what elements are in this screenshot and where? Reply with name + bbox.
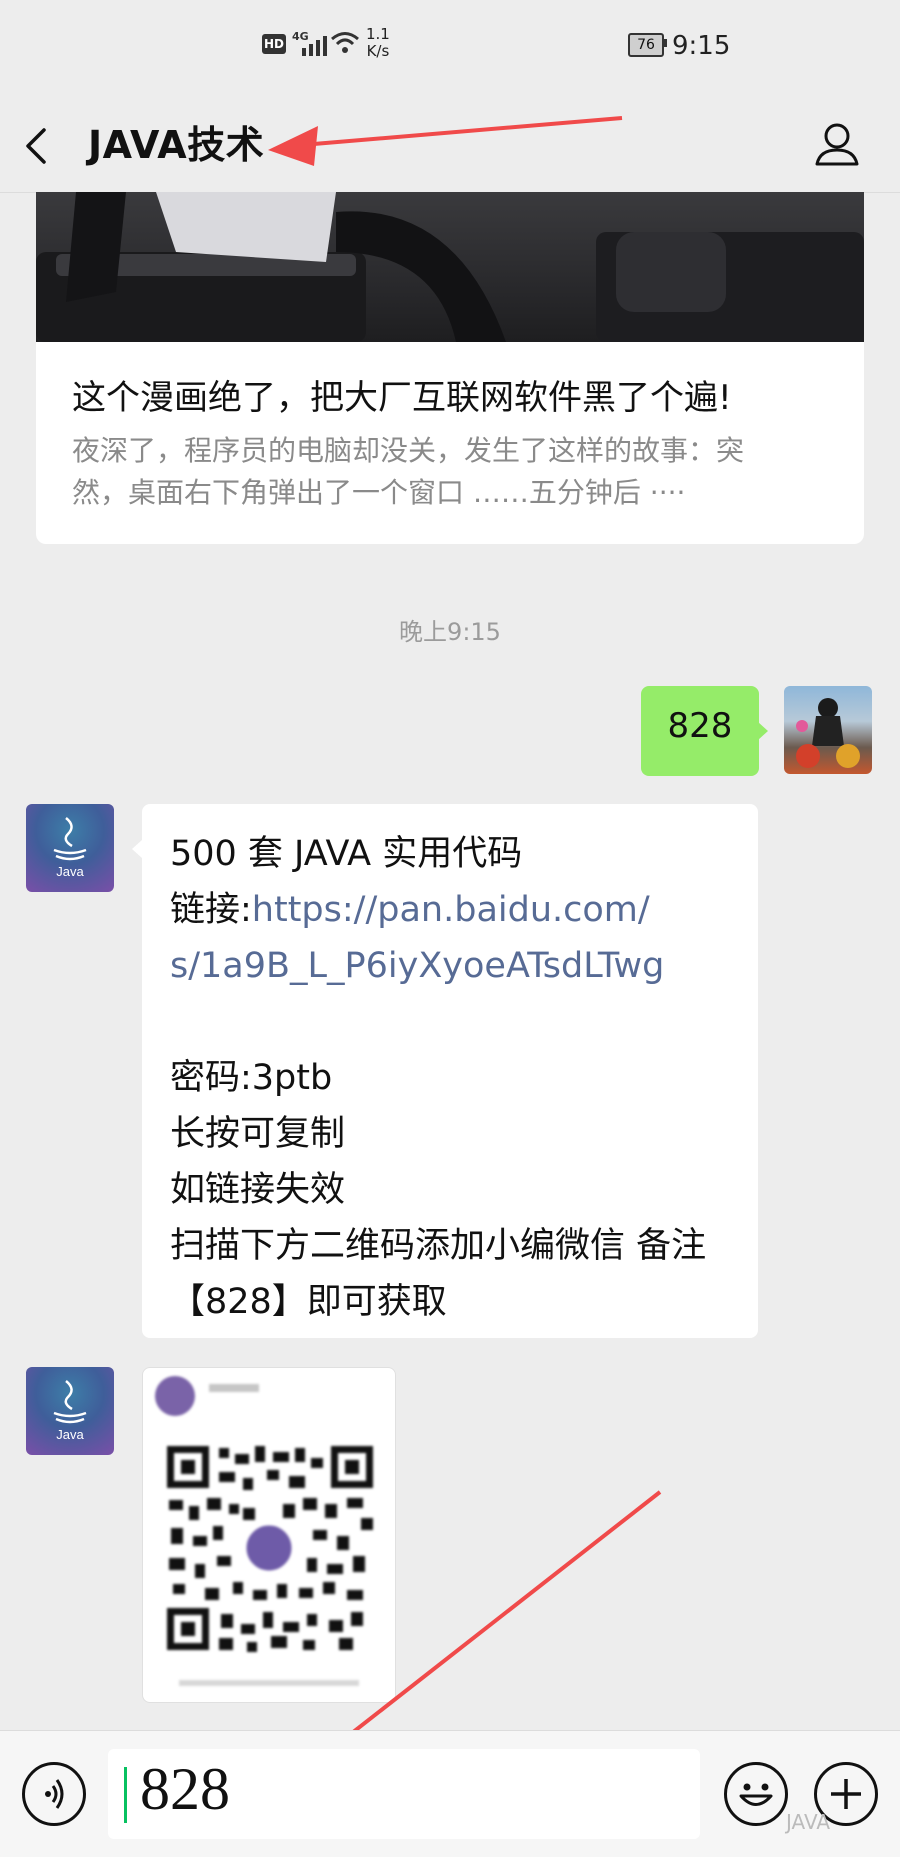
article-card[interactable]: 这个漫画绝了，把大厂互联网软件黑了个遍! 夜深了，程序员的电脑却没关，发生了这样… bbox=[36, 192, 864, 544]
message-input[interactable]: 828 bbox=[108, 1749, 700, 1839]
outgoing-message-text: 828 bbox=[667, 706, 733, 746]
outgoing-message-bubble[interactable]: 828 bbox=[641, 686, 759, 776]
watermark: JAVA bbox=[786, 1810, 831, 1834]
user-profile-icon[interactable] bbox=[812, 120, 862, 170]
article-cover-image bbox=[36, 192, 864, 342]
article-description: 夜深了，程序员的电脑却没关，发生了这样的故事：突 然，桌面右下角弹出了一个窗口 … bbox=[72, 434, 745, 509]
qr-code-image[interactable] bbox=[142, 1367, 396, 1703]
java-logo-icon: Java bbox=[53, 1380, 87, 1442]
chat-title: JAVA技术 bbox=[88, 123, 265, 167]
battery-icon: 76 bbox=[628, 33, 664, 57]
incoming-message-text: 500 套 JAVA 实用代码 链接:https://pan.baidu.com… bbox=[170, 826, 750, 1330]
svg-text:Java: Java bbox=[56, 1427, 84, 1442]
pan-link-cont[interactable]: s/1a9B_L_P6iyXyoeATsdLTwg bbox=[170, 938, 750, 994]
message-timestamp: 晚上9:15 bbox=[399, 618, 501, 646]
user-avatar[interactable] bbox=[784, 686, 872, 774]
voice-icon[interactable] bbox=[22, 1762, 86, 1826]
hd-icon: HD bbox=[262, 34, 286, 54]
wifi-icon bbox=[331, 32, 359, 53]
article-title: 这个漫画绝了，把大厂互联网软件黑了个遍! bbox=[72, 378, 732, 418]
text-cursor bbox=[124, 1767, 127, 1823]
message-input-value: 828 bbox=[140, 1756, 230, 1822]
chat-input-bar: 828 bbox=[0, 1730, 900, 1857]
status-bar: HD 4G 1.1 K/s 76 9:15 bbox=[262, 25, 731, 61]
java-avatar[interactable]: Java bbox=[26, 1367, 114, 1455]
svg-text:Java: Java bbox=[56, 864, 84, 879]
incoming-message-bubble[interactable]: 500 套 JAVA 实用代码 链接:https://pan.baidu.com… bbox=[142, 804, 758, 1338]
network-speed: 1.1 K/s bbox=[366, 25, 390, 60]
bubble-tail bbox=[758, 722, 768, 740]
chat-header: JAVA技术 bbox=[0, 100, 900, 193]
bubble-tail bbox=[132, 840, 142, 858]
pan-link[interactable]: https://pan.baidu.com/ bbox=[252, 890, 650, 930]
java-logo-icon: Java bbox=[53, 817, 87, 879]
qr-code-icon bbox=[155, 1376, 375, 1686]
battery-level: 76 bbox=[637, 37, 655, 53]
battery-tip bbox=[664, 39, 667, 47]
emoji-icon[interactable] bbox=[724, 1762, 788, 1826]
java-avatar[interactable]: Java bbox=[26, 804, 114, 892]
back-chevron-icon[interactable] bbox=[22, 126, 52, 166]
clock: 9:15 bbox=[672, 31, 731, 61]
